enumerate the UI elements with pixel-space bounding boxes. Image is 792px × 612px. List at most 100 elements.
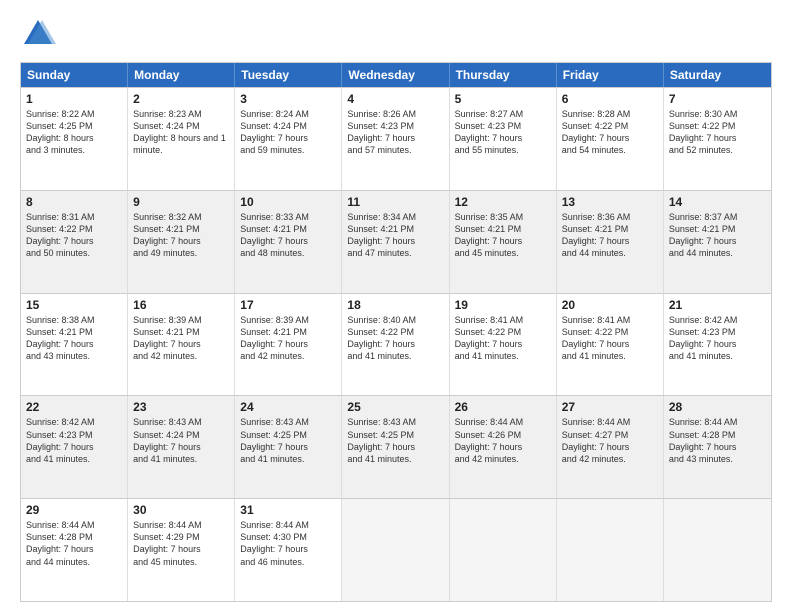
- day-info: Sunrise: 8:44 AMSunset: 4:26 PMDaylight:…: [455, 416, 551, 465]
- day-info: Sunrise: 8:44 AMSunset: 4:29 PMDaylight:…: [133, 519, 229, 568]
- day-number: 11: [347, 195, 443, 209]
- cal-day-27: 27Sunrise: 8:44 AMSunset: 4:27 PMDayligh…: [557, 396, 664, 498]
- day-info: Sunrise: 8:41 AMSunset: 4:22 PMDaylight:…: [455, 314, 551, 363]
- day-info: Sunrise: 8:39 AMSunset: 4:21 PMDaylight:…: [133, 314, 229, 363]
- day-number: 4: [347, 92, 443, 106]
- calendar-body: 1 Sunrise: 8:22 AMSunset: 4:25 PMDaylight…: [21, 87, 771, 601]
- cal-day-26: 26 Sunrise: 8:44 AMSunset: 4:26 PMDayligh…: [450, 396, 557, 498]
- day-info: Sunrise: 8:39 AMSunset: 4:21 PMDaylight:…: [240, 314, 336, 363]
- cal-day-16: 16 Sunrise: 8:39 AMSunset: 4:21 PMDayligh…: [128, 294, 235, 396]
- cal-day-20: 20 Sunrise: 8:41 AMSunset: 4:22 PMDayligh…: [557, 294, 664, 396]
- day-number: 30: [133, 503, 229, 517]
- page: SundayMondayTuesdayWednesdayThursdayFrid…: [0, 0, 792, 612]
- day-info: Sunrise: 8:38 AMSunset: 4:21 PMDaylight:…: [26, 314, 122, 363]
- day-number: 10: [240, 195, 336, 209]
- day-number: 25: [347, 400, 443, 414]
- cal-week-3: 15Sunrise: 8:38 AMSunset: 4:21 PMDayligh…: [21, 293, 771, 396]
- cal-header-wednesday: Wednesday: [342, 63, 449, 87]
- cal-day-19: 19Sunrise: 8:41 AMSunset: 4:22 PMDayligh…: [450, 294, 557, 396]
- cal-day-25: 25 Sunrise: 8:43 AMSunset: 4:25 PMDayligh…: [342, 396, 449, 498]
- cal-day-23: 23 Sunrise: 8:43 AMSunset: 4:24 PMDayligh…: [128, 396, 235, 498]
- day-number: 22: [26, 400, 122, 414]
- day-number: 1: [26, 92, 122, 106]
- cal-day-14: 14Sunrise: 8:37 AMSunset: 4:21 PMDayligh…: [664, 191, 771, 293]
- cal-empty-4-3: [342, 499, 449, 601]
- cal-day-12: 12Sunrise: 8:35 AMSunset: 4:21 PMDayligh…: [450, 191, 557, 293]
- day-info: Sunrise: 8:41 AMSunset: 4:22 PMDaylight:…: [562, 314, 658, 363]
- cal-day-30: 30 Sunrise: 8:44 AMSunset: 4:29 PMDayligh…: [128, 499, 235, 601]
- logo-icon: [20, 16, 56, 52]
- day-number: 16: [133, 298, 229, 312]
- day-info: Sunrise: 8:42 AMSunset: 4:23 PMDaylight:…: [26, 416, 122, 465]
- day-number: 18: [347, 298, 443, 312]
- cal-day-9: 9 Sunrise: 8:32 AMSunset: 4:21 PMDaylight…: [128, 191, 235, 293]
- cal-week-4: 22 Sunrise: 8:42 AMSunset: 4:23 PMDayligh…: [21, 395, 771, 498]
- cal-header-friday: Friday: [557, 63, 664, 87]
- day-info: Sunrise: 8:34 AMSunset: 4:21 PMDaylight:…: [347, 211, 443, 260]
- day-number: 9: [133, 195, 229, 209]
- day-info: Sunrise: 8:30 AMSunset: 4:22 PMDaylight:…: [669, 108, 766, 157]
- cal-day-28: 28 Sunrise: 8:44 AMSunset: 4:28 PMDayligh…: [664, 396, 771, 498]
- day-number: 29: [26, 503, 122, 517]
- cal-week-5: 29 Sunrise: 8:44 AMSunset: 4:28 PMDayligh…: [21, 498, 771, 601]
- day-info: Sunrise: 8:22 AMSunset: 4:25 PMDaylight:…: [26, 108, 122, 157]
- day-number: 17: [240, 298, 336, 312]
- day-info: Sunrise: 8:40 AMSunset: 4:22 PMDaylight:…: [347, 314, 443, 363]
- day-info: Sunrise: 8:26 AMSunset: 4:23 PMDaylight:…: [347, 108, 443, 157]
- day-number: 26: [455, 400, 551, 414]
- cal-day-17: 17 Sunrise: 8:39 AMSunset: 4:21 PMDayligh…: [235, 294, 342, 396]
- day-info: Sunrise: 8:23 AMSunset: 4:24 PMDaylight:…: [133, 108, 229, 157]
- day-number: 6: [562, 92, 658, 106]
- day-info: Sunrise: 8:28 AMSunset: 4:22 PMDaylight:…: [562, 108, 658, 157]
- day-number: 13: [562, 195, 658, 209]
- cal-week-2: 8 Sunrise: 8:31 AMSunset: 4:22 PMDaylight…: [21, 190, 771, 293]
- day-number: 2: [133, 92, 229, 106]
- header: [20, 16, 772, 52]
- day-info: Sunrise: 8:43 AMSunset: 4:24 PMDaylight:…: [133, 416, 229, 465]
- cal-day-3: 3Sunrise: 8:24 AMSunset: 4:24 PMDaylight…: [235, 88, 342, 190]
- day-number: 14: [669, 195, 766, 209]
- day-info: Sunrise: 8:32 AMSunset: 4:21 PMDaylight:…: [133, 211, 229, 260]
- day-info: Sunrise: 8:24 AMSunset: 4:24 PMDaylight:…: [240, 108, 336, 157]
- day-info: Sunrise: 8:31 AMSunset: 4:22 PMDaylight:…: [26, 211, 122, 260]
- day-number: 12: [455, 195, 551, 209]
- cal-day-31: 31Sunrise: 8:44 AMSunset: 4:30 PMDayligh…: [235, 499, 342, 601]
- cal-day-1: 1 Sunrise: 8:22 AMSunset: 4:25 PMDaylight…: [21, 88, 128, 190]
- cal-day-18: 18 Sunrise: 8:40 AMSunset: 4:22 PMDayligh…: [342, 294, 449, 396]
- day-number: 28: [669, 400, 766, 414]
- day-number: 8: [26, 195, 122, 209]
- day-info: Sunrise: 8:33 AMSunset: 4:21 PMDaylight:…: [240, 211, 336, 260]
- cal-day-10: 10 Sunrise: 8:33 AMSunset: 4:21 PMDayligh…: [235, 191, 342, 293]
- day-info: Sunrise: 8:44 AMSunset: 4:30 PMDaylight:…: [240, 519, 336, 568]
- cal-header-saturday: Saturday: [664, 63, 771, 87]
- cal-day-4: 4 Sunrise: 8:26 AMSunset: 4:23 PMDaylight…: [342, 88, 449, 190]
- cal-week-1: 1 Sunrise: 8:22 AMSunset: 4:25 PMDaylight…: [21, 87, 771, 190]
- day-number: 5: [455, 92, 551, 106]
- day-number: 23: [133, 400, 229, 414]
- cal-day-21: 21Sunrise: 8:42 AMSunset: 4:23 PMDayligh…: [664, 294, 771, 396]
- cal-header-monday: Monday: [128, 63, 235, 87]
- cal-header-sunday: Sunday: [21, 63, 128, 87]
- day-number: 27: [562, 400, 658, 414]
- day-number: 24: [240, 400, 336, 414]
- cal-empty-4-6: [664, 499, 771, 601]
- day-info: Sunrise: 8:36 AMSunset: 4:21 PMDaylight:…: [562, 211, 658, 260]
- cal-day-11: 11 Sunrise: 8:34 AMSunset: 4:21 PMDayligh…: [342, 191, 449, 293]
- day-info: Sunrise: 8:44 AMSunset: 4:28 PMDaylight:…: [669, 416, 766, 465]
- cal-header-thursday: Thursday: [450, 63, 557, 87]
- day-number: 20: [562, 298, 658, 312]
- day-info: Sunrise: 8:43 AMSunset: 4:25 PMDaylight:…: [240, 416, 336, 465]
- cal-day-24: 24 Sunrise: 8:43 AMSunset: 4:25 PMDayligh…: [235, 396, 342, 498]
- day-info: Sunrise: 8:43 AMSunset: 4:25 PMDaylight:…: [347, 416, 443, 465]
- cal-day-7: 7 Sunrise: 8:30 AMSunset: 4:22 PMDaylight…: [664, 88, 771, 190]
- calendar: SundayMondayTuesdayWednesdayThursdayFrid…: [20, 62, 772, 602]
- cal-day-22: 22 Sunrise: 8:42 AMSunset: 4:23 PMDayligh…: [21, 396, 128, 498]
- day-number: 7: [669, 92, 766, 106]
- cal-day-29: 29 Sunrise: 8:44 AMSunset: 4:28 PMDayligh…: [21, 499, 128, 601]
- day-number: 21: [669, 298, 766, 312]
- cal-empty-4-5: [557, 499, 664, 601]
- cal-day-8: 8 Sunrise: 8:31 AMSunset: 4:22 PMDaylight…: [21, 191, 128, 293]
- day-info: Sunrise: 8:44 AMSunset: 4:28 PMDaylight:…: [26, 519, 122, 568]
- calendar-header: SundayMondayTuesdayWednesdayThursdayFrid…: [21, 63, 771, 87]
- cal-day-13: 13 Sunrise: 8:36 AMSunset: 4:21 PMDayligh…: [557, 191, 664, 293]
